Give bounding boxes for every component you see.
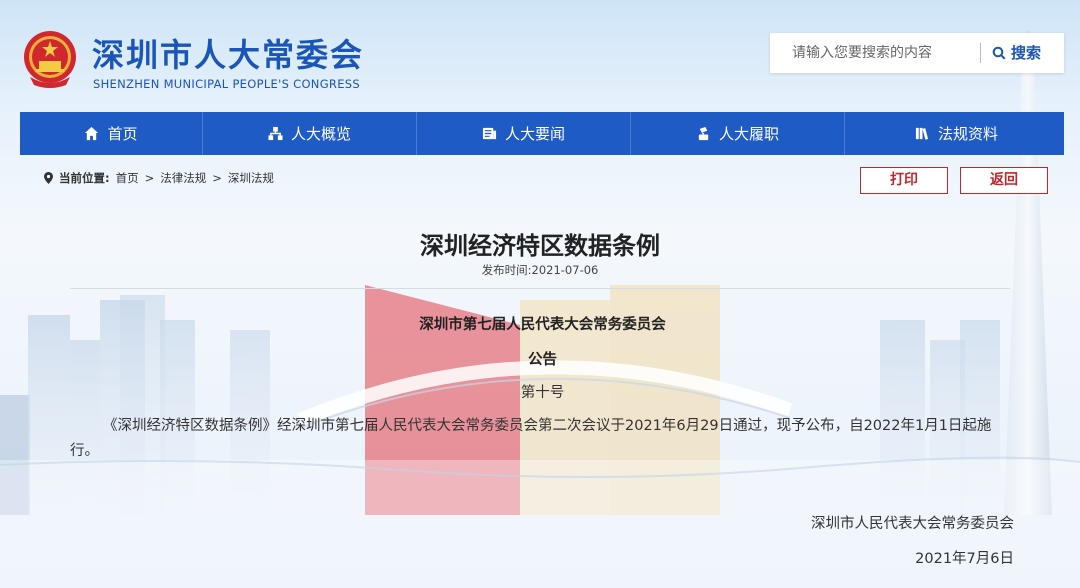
article-title: 深圳经济特区数据条例	[420, 232, 660, 260]
article-issuer: 深圳市第七届人民代表大会常务委员会	[419, 317, 666, 333]
article: 深圳经济特区数据条例 发布时间:2021-07-06 深圳市第七届人民代表大会常…	[0, 0, 1080, 588]
article-doc-number: 第十号	[520, 385, 565, 401]
article-body: 《深圳经济特区数据条例》经深圳市第七届人民代表大会常务委员会第二次会议于2021…	[70, 418, 992, 459]
article-signature-date: 2021年7月6日	[915, 551, 1014, 567]
article-divider	[70, 288, 1010, 289]
article-signature: 深圳市人民代表大会常务委员会	[811, 516, 1014, 532]
article-publish-date: 发布时间:2021-07-06	[481, 263, 599, 277]
article-doc-type: 公告	[528, 352, 557, 368]
